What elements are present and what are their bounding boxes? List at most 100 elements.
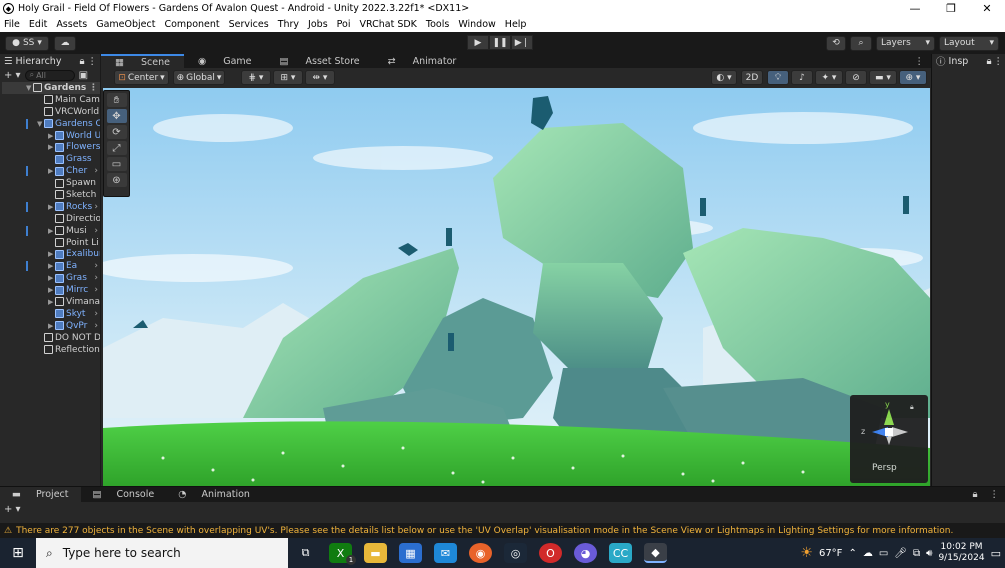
add-button[interactable]: + ▾ [4,504,21,515]
list-item[interactable]: ▶ Flowers [2,141,100,153]
snap-increment-button[interactable]: ⊞ ▾ [273,70,303,85]
list-item[interactable]: Spawn [2,177,100,189]
more-icon[interactable]: ⋮ [994,56,1004,67]
menu-vrchat-sdk[interactable]: VRChat SDK [359,19,416,30]
hierarchy-tab[interactable]: ☰ Hierarchy 🔒︎ ⋮ [0,54,100,68]
scene-viewport[interactable] [103,88,930,486]
mail-icon[interactable]: ✉ [434,543,457,563]
xbox-icon[interactable]: X1 [329,543,356,565]
list-item[interactable]: Point Li [2,237,100,249]
lock-icon[interactable]: 🔒︎ [986,56,991,67]
list-item[interactable]: Main Cam [2,94,100,106]
inspector-tab[interactable]: ⓘ Insp 🔒︎ ⋮ [932,54,1005,68]
menu-thry[interactable]: Thry [278,19,299,30]
rotate-tool-icon[interactable]: ⟳ [106,125,127,139]
opera-icon[interactable]: O [539,543,562,563]
maximize-button[interactable]: ❐ [933,2,969,15]
more-icon[interactable]: ⋮ [89,83,98,93]
tab-game[interactable]: ◉ Game [184,54,266,68]
minimize-button[interactable]: — [897,2,933,15]
lock-icon[interactable]: 🔒︎ [79,56,84,67]
list-item[interactable]: ▶ Cher › [2,165,100,177]
more-icon[interactable]: ⋮ [908,54,932,68]
list-item[interactable]: Sketch [2,189,100,201]
list-item[interactable]: ▶ QvPr › [2,320,100,332]
layers-dropdown[interactable]: Layers ▾ [876,35,935,51]
task-view-icon[interactable]: ⧉ [294,543,317,563]
lock-icon[interactable]: 🔒︎ [910,403,914,412]
rect-tool-icon[interactable]: ▭ [106,157,127,171]
tab-animator[interactable]: ⇄ Animator [374,54,471,68]
tab-console[interactable]: ▤ Console [81,487,167,502]
step-button[interactable]: ▶❘ [511,35,533,50]
cloud-button[interactable]: ☁ [54,35,76,51]
list-item[interactable]: ▶ World U [2,130,100,142]
list-item[interactable]: ▶ Exalibur [2,248,100,260]
menu-component[interactable]: Component [164,19,219,30]
start-button[interactable]: ⊞ [0,545,36,561]
play-button[interactable]: ▶ [467,35,489,50]
discord-icon[interactable]: ◕ [574,543,597,563]
effects-button[interactable]: ✦ ▾ [815,70,843,85]
gizmos-button[interactable]: ⊕ ▾ [899,70,927,85]
menu-file[interactable]: File [4,19,20,30]
list-item[interactable]: Grass [2,153,100,165]
layout-dropdown[interactable]: Layout ▾ [939,35,999,51]
visibility-toggle[interactable]: ⊘ [845,70,867,85]
hand-tool-icon[interactable]: ✋︎ [106,93,127,107]
add-button[interactable]: + ▾ [4,70,21,81]
tab-project[interactable]: ▬ Project [0,487,81,502]
more-icon[interactable]: ⋮ [88,56,98,67]
list-item[interactable]: ▼ Gardens C [2,118,100,130]
scale-tool-icon[interactable]: ⤢ [106,141,127,155]
filter-icon[interactable]: ▣ [79,70,88,81]
microphone-icon[interactable]: 🎤︎ [894,548,907,559]
menu-assets[interactable]: Assets [56,19,87,30]
weather-icon[interactable]: ☀ [800,545,813,561]
close-button[interactable]: ✕ [969,2,1005,15]
menu-gameobject[interactable]: GameObject [96,19,155,30]
file-explorer-icon[interactable]: ▬ [364,543,387,563]
search-button[interactable]: ⌕ [850,35,872,51]
account-button[interactable]: ● SS ▾ [5,35,49,51]
more-icon[interactable]: ⋮ [984,487,1005,502]
align-button[interactable]: ⇹ ▾ [305,70,335,85]
list-item[interactable]: Directio [2,213,100,225]
list-item[interactable]: ▶ Musi › [2,225,100,237]
list-item[interactable]: Reflection [2,344,100,356]
2d-toggle[interactable]: 2D [741,70,763,85]
pivot-dropdown[interactable]: ⊡ Center ▾ [114,70,169,85]
move-tool-icon[interactable]: ✥ [106,109,127,123]
hierarchy-search-input[interactable]: ⌕ All [24,69,75,81]
cloud-icon[interactable]: ☁ [863,548,873,559]
menu-poi[interactable]: Poi [337,19,351,30]
chevron-up-icon[interactable]: ⌃ [848,548,856,559]
store-icon[interactable]: ▦ [399,543,422,563]
tab-scene[interactable]: ▦ Scene [101,54,184,68]
tab-asset-store[interactable]: ▤ Asset Store [266,54,374,68]
list-item[interactable]: ▶ Gras › [2,272,100,284]
menu-jobs[interactable]: Jobs [308,19,328,30]
menu-services[interactable]: Services [229,19,269,30]
pause-button[interactable]: ❚❚ [489,35,511,50]
draw-mode-button[interactable]: ◐ ▾ [711,70,737,85]
camera-button[interactable]: ▬ ▾ [869,70,897,85]
lighting-toggle[interactable]: 💡︎ [767,70,789,85]
list-item[interactable]: DO NOT D [2,332,100,344]
transform-tool-icon[interactable]: ⊛ [106,173,127,187]
taskbar-search-input[interactable]: ⌕ Type here to search [36,538,288,568]
unity-icon[interactable]: ◆ [644,543,667,563]
list-item[interactable]: ▶ Ea › [2,260,100,272]
screen-icon[interactable]: ⧉ [913,548,920,559]
list-item[interactable]: ▶ Mirrc › [2,284,100,296]
projection-toggle[interactable]: Persp [872,463,897,473]
weather-temperature[interactable]: 67°F [819,548,842,559]
audio-toggle[interactable]: ♪ [791,70,813,85]
grid-snap-button[interactable]: ⋕ ▾ [241,70,271,85]
status-warning-bar[interactable]: ⚠ There are 277 objects in the Scene wit… [0,523,1005,538]
steam-icon[interactable]: ◎ [504,543,527,563]
clock[interactable]: 10:02 PM 9/15/2024 [938,542,984,564]
menu-window[interactable]: Window [458,19,495,30]
list-item[interactable]: ▶ Vimana [2,296,100,308]
list-item[interactable]: Skyt › [2,308,100,320]
